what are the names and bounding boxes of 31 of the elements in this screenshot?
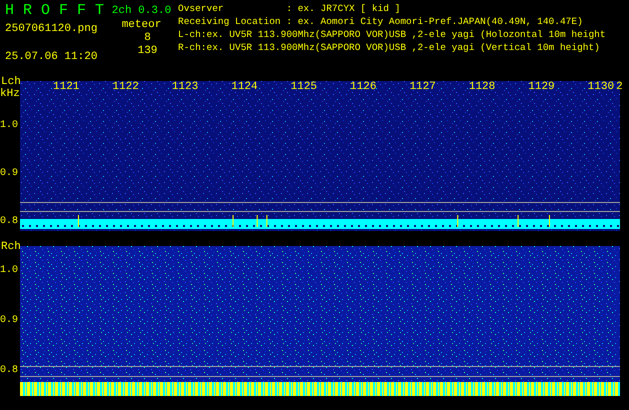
version-label: 2ch 0.3.0 [112,4,172,18]
time-label: 1121 [53,81,80,93]
y-axis-label: 0.8 [0,216,18,228]
time-label: 1126 [350,81,376,93]
info-line: R-ch:ex. UV5R 113.900Mhz(SAPPORO VOR)USB ,2-ele yagi (Vertical 10m height) [178,41,601,54]
time-label: 1127 [409,81,436,93]
y-axis-label: 1.0 [0,265,18,277]
time-label: 1128 [468,81,496,93]
time-label: 1129 [528,81,555,93]
time-label: 1124 [231,81,258,93]
y-axis-label: 0.8 [0,365,18,377]
time-label: 1123 [172,81,198,93]
y-axis-label: 0.9 [0,168,18,180]
meteor-count: 8 [143,32,151,45]
file-name: 2507061120.png [5,22,98,36]
app-name: HROFFT [5,2,110,20]
time-label: 1122 [112,81,139,93]
y-axis-label: 1.0 [0,120,18,132]
info-line: Receiving Location : ex. Aomori City Aomori-Pref.JAPAN(40.49N, 140.47E) [178,15,584,28]
info-line: Ovserver : ex. JR7CYX [ kid ] [178,2,402,15]
unit-label: kHz [0,88,20,100]
meteor-label: meteor [122,18,162,32]
meteor-count: 139 [136,45,158,58]
time-label: 1125 [290,81,318,93]
date-time: 25.07.06 11:20 [5,50,98,64]
y-axis-label: 0.9 [0,315,18,327]
time-label: 1130 [588,81,614,93]
info-line: L-ch:ex. UV5R 113.900Mhz(SAPPORO VOR)USB ,2-ele yagi (Holozontal 10m height [178,28,606,41]
channel-label: Rch [1,241,21,253]
time-label: 2 [616,81,623,93]
channel-label: Lch [1,76,21,88]
